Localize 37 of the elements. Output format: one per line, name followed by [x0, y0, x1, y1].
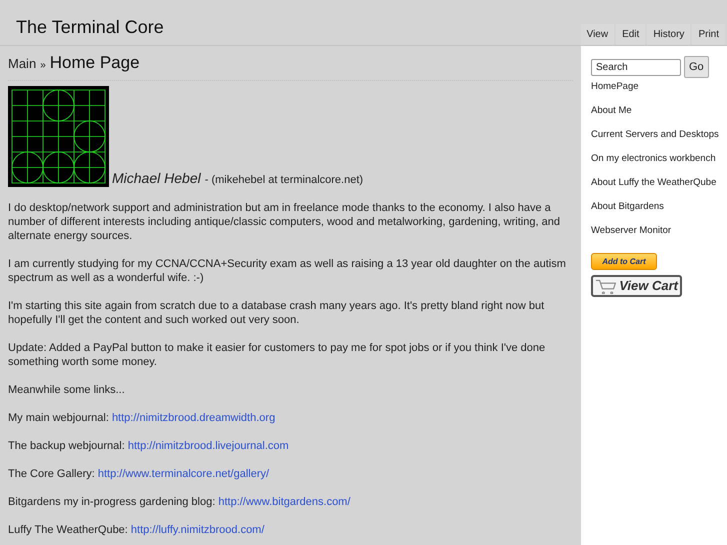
link[interactable]: http://www.terminalcore.net/gallery/	[98, 468, 270, 480]
paragraph: Meanwhile some links...	[8, 382, 126, 396]
link-label: Luffy The WeatherQube:	[8, 524, 129, 536]
site-title[interactable]: The Terminal Core	[16, 17, 164, 37]
go-button[interactable]: Go	[684, 56, 709, 78]
sidebar-link[interactable]: On my electronics workbench	[591, 152, 727, 166]
sidebar-link[interactable]: Current Servers and Desktops	[591, 128, 727, 142]
page-tab[interactable]: Edit	[616, 24, 646, 45]
page-tab[interactable]: View	[580, 24, 614, 45]
author-contact: - (mikehebel at terminalcore.net)	[204, 173, 364, 188]
sidebar-link[interactable]: Webserver Monitor	[591, 224, 727, 238]
link-label: Bitgardens my in-progress gardening blog:	[8, 496, 216, 508]
link[interactable]: http://luffy.nimitzbrood.com/	[130, 524, 264, 536]
link[interactable]: http://nimitzbrood.livejournal.com	[128, 440, 289, 452]
search-field[interactable]: Search	[591, 58, 681, 76]
sidebar-link[interactable]: About Luffy the WeatherQube	[591, 176, 727, 190]
paragraph: I do desktop/network support and administration but am in freelance mode thanks to the economy. I also have a number of different interests including antique/classic computers, wood and metalworking, gardening, writing, and alternate energy sources.	[8, 200, 561, 242]
sidebar-link[interactable]: About Bitgardens	[591, 200, 727, 214]
view-cart-button[interactable]: View Cart	[591, 274, 682, 296]
breadcrumb-link[interactable]: Main	[8, 54, 36, 74]
link-label: The backup webjournal:	[8, 440, 126, 452]
author-name: Michael Hebel	[112, 168, 201, 188]
sidebar-link[interactable]: HomePage	[591, 80, 727, 94]
sidebar-link[interactable]: About Me	[591, 104, 727, 118]
breadcrumb-separator: »	[40, 59, 46, 73]
page-title: Home Page	[50, 52, 140, 74]
page-tab[interactable]: History	[647, 24, 690, 45]
cart-icon	[595, 278, 618, 294]
page-tab[interactable]: Print	[692, 24, 725, 45]
link-label: The Core Gallery:	[8, 468, 96, 480]
paragraph: Update: Added a PayPal button to make it easier for customers to pay me for spot jobs or if you think I've done something worth some money.	[8, 340, 546, 368]
link[interactable]: http://www.bitgardens.com/	[218, 496, 350, 508]
paragraph: I am currently studying for my CCNA/CCNA+Security exam as well as raising a 13 year old daughter on the autism spectrum as well as a wonderful wife. :-)	[8, 256, 567, 284]
paragraph: I'm starting this site again from scratch due to a database crash many years ago. It's pretty bland right now but hopefully I'll get the content and such worked out very soon.	[8, 298, 546, 326]
link-label: My main webjournal:	[8, 412, 110, 424]
add-to-cart-button[interactable]: Add to Cart	[591, 253, 657, 270]
link[interactable]: http://nimitzbrood.dreamwidth.org	[112, 412, 276, 424]
